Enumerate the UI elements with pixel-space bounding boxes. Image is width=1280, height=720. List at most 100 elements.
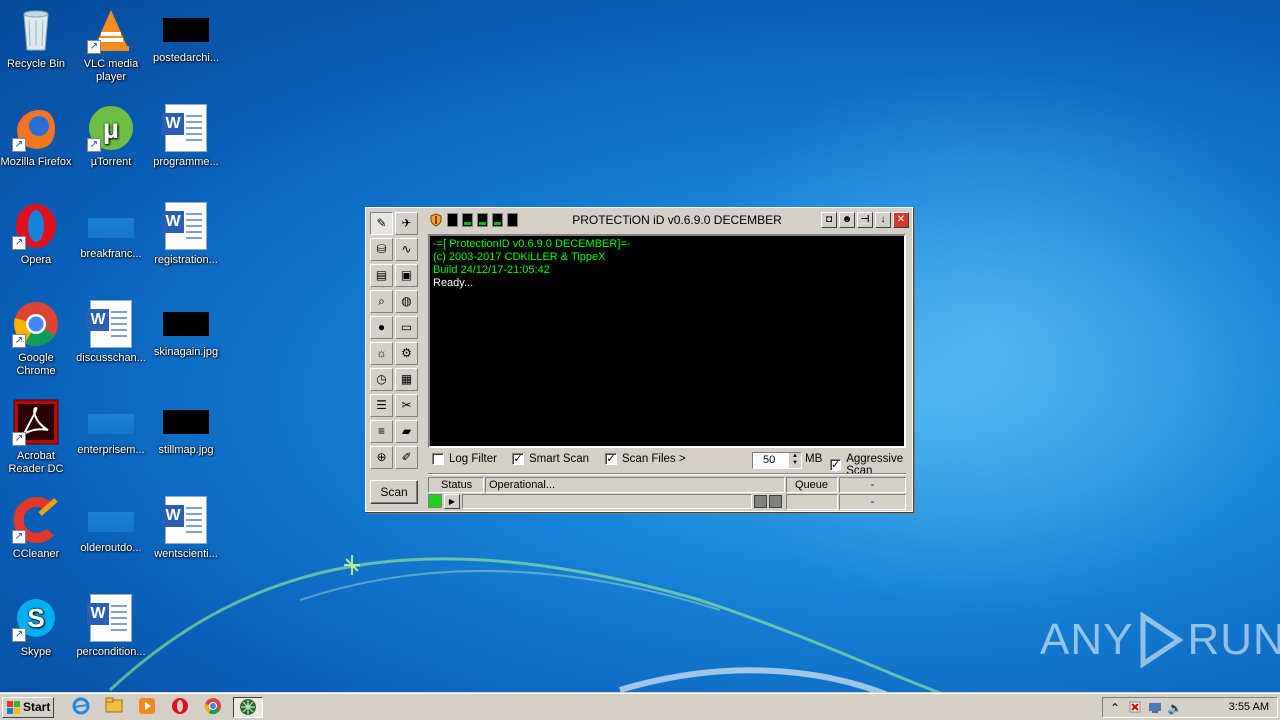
- desktop-icon-discusschan[interactable]: W discusschan...: [73, 300, 149, 365]
- sun-tool-button[interactable]: ☼: [370, 342, 393, 365]
- globe-tool-button[interactable]: ◍: [395, 290, 418, 313]
- grid-tool-button[interactable]: ▦: [395, 368, 418, 391]
- desktop-icon-utorrent[interactable]: µ ↗ µTorrent: [73, 104, 149, 169]
- paint-tool-button[interactable]: ✐: [395, 446, 418, 469]
- minimize-button[interactable]: ↓: [875, 212, 891, 228]
- opera-icon: ↗: [12, 202, 60, 250]
- desktop-icon-recycle-bin[interactable]: Recycle Bin: [0, 6, 74, 71]
- network-icon[interactable]: [1147, 700, 1163, 716]
- clock-tool-button[interactable]: ◷: [370, 368, 393, 391]
- desktop-icon-label: VLC media player: [83, 58, 139, 83]
- desktop-icon-breakfranc[interactable]: breakfranc...: [73, 202, 149, 261]
- svg-text:S: S: [27, 603, 44, 633]
- desktop-icon-skinagain[interactable]: skinagain.jpg: [148, 300, 224, 359]
- status-led-4: [492, 213, 503, 227]
- internet-explorer-icon[interactable]: [70, 697, 92, 718]
- volume-icon[interactable]: 🔈: [1167, 700, 1183, 716]
- desktop-icon-label: skinagain.jpg: [153, 346, 219, 358]
- play-logo-icon: [1140, 612, 1184, 668]
- monitor-tool-button[interactable]: ▭: [395, 316, 418, 339]
- tools-tool-button[interactable]: ✂: [395, 394, 418, 417]
- molecule-tool-button[interactable]: ●: [370, 316, 393, 339]
- acrobat-icon: ↗: [12, 398, 60, 446]
- close-button[interactable]: ✕: [893, 212, 909, 228]
- watermark-left: ANY: [1040, 615, 1134, 664]
- folders-tool-button[interactable]: ▤: [370, 264, 393, 287]
- start-button[interactable]: Start: [2, 697, 54, 718]
- checkbox-box: ✓: [512, 453, 524, 465]
- clock[interactable]: 3:55 AM: [1229, 701, 1269, 713]
- protectionid-taskbar-button[interactable]: [233, 697, 263, 718]
- disk-tool-button[interactable]: ⛁: [370, 238, 393, 261]
- chart-tool-button[interactable]: ∿: [395, 238, 418, 261]
- recycle-bin-icon: [12, 6, 60, 54]
- protectionid-window: ✎ ✈ ⛁ ∿ ▤ ▣ ⌕ ◍ ● ▭ ☼ ⚙ ◷ ▦ ☰ ✂ ≡ ▰ ⊕ ✐ …: [365, 207, 913, 512]
- network-tool-button[interactable]: ⊕: [370, 446, 393, 469]
- desktop-icon-vlc[interactable]: ↗ VLC media player: [73, 6, 149, 84]
- file-explorer-icon[interactable]: [103, 697, 125, 718]
- pause-button[interactable]: [754, 495, 767, 508]
- progress-row: ▶ -: [428, 494, 906, 510]
- desktop-icon-postedarchi[interactable]: postedarchi...: [148, 6, 224, 65]
- scan-button[interactable]: Scan: [370, 480, 418, 504]
- desktop-icon-ccleaner[interactable]: ↗ CCleaner: [0, 496, 74, 561]
- scan-files-checkbox[interactable]: ✓ Scan Files >: [605, 453, 686, 465]
- show-hidden-icons-icon[interactable]: ⌃: [1107, 700, 1123, 716]
- desktop-icon-opera[interactable]: ↗ Opera: [0, 202, 74, 267]
- watermark-right: RUN: [1187, 615, 1280, 664]
- media-player-icon[interactable]: [136, 697, 158, 718]
- status-led-5: [507, 213, 518, 227]
- desktop-icon-firefox[interactable]: ↗ Mozilla Firefox: [0, 104, 74, 169]
- desktop-icon-enterprisem[interactable]: enterprisem...: [73, 398, 149, 457]
- system-tray: ⌃ 🔈 3:55 AM: [1102, 697, 1278, 718]
- desktop-icon-programme[interactable]: W programme...: [148, 104, 224, 169]
- smart-scan-checkbox[interactable]: ✓ Smart Scan: [512, 453, 589, 465]
- shield-icon: [430, 213, 442, 227]
- log-console[interactable]: -=[ ProtectionID v0.6.9.0 DECEMBER]=- (c…: [428, 234, 906, 448]
- gear-tool-button[interactable]: ⚙: [395, 342, 418, 365]
- desktop-icon-label: breakfranc...: [80, 248, 142, 260]
- chrome-taskbar-icon[interactable]: [202, 697, 224, 718]
- opera-taskbar-icon[interactable]: [169, 697, 191, 718]
- settings-button[interactable]: ◘: [821, 212, 837, 228]
- divider: [428, 473, 906, 475]
- wizard-tool-button[interactable]: ✈: [395, 212, 418, 235]
- box-tool-button[interactable]: ▰: [395, 420, 418, 443]
- spinner-arrows-icon[interactable]: ▲ ▼: [789, 453, 801, 468]
- search-tool-button[interactable]: ⌕: [370, 290, 393, 313]
- desktop-icon-registration[interactable]: W registration...: [148, 202, 224, 267]
- console-line: (c) 2003-2017 CDKiLLER & TippeX: [433, 251, 606, 263]
- desktop-icon-label: programme...: [153, 156, 219, 168]
- title-bar[interactable]: PROTECTiON iD v0.6.9.0 DECEMBER ◘ ☻ ⊣ ↓ …: [427, 210, 909, 230]
- action-center-icon[interactable]: [1127, 700, 1143, 716]
- vlc-icon: ↗: [87, 6, 135, 54]
- desktop-icon-stillmap[interactable]: stillmap.jpg: [148, 398, 224, 457]
- desktop-icon-percondition[interactable]: W percondition...: [73, 594, 149, 659]
- desktop-icon-olderoutdo[interactable]: olderoutdo...: [73, 496, 149, 555]
- status-led-3: [477, 213, 488, 227]
- log-filter-checkbox[interactable]: Log Filter: [432, 453, 497, 465]
- checkbox-box: ✓: [605, 453, 617, 465]
- progress-bar: [462, 494, 752, 509]
- drive-tool-button[interactable]: ▣: [395, 264, 418, 287]
- pin-button[interactable]: ⊣: [857, 212, 873, 228]
- desktop-icon-wentscienti[interactable]: W wentscienti...: [148, 496, 224, 561]
- about-button[interactable]: ☻: [839, 212, 855, 228]
- checkbox-label: Smart Scan: [529, 453, 590, 465]
- blank-file-icon: [88, 512, 134, 532]
- memory-tool-button[interactable]: ≡: [370, 420, 393, 443]
- size-limit-spinner[interactable]: 50 ▲ ▼: [752, 452, 802, 469]
- desktop-icon-label: Recycle Bin: [6, 58, 66, 70]
- desktop-icon-chrome[interactable]: ↗ Google Chrome: [0, 300, 74, 378]
- console-line: -=[ ProtectionID v0.6.9.0 DECEMBER]=-: [433, 238, 631, 250]
- word-document-icon: W: [87, 594, 135, 642]
- scan-file-tool-button[interactable]: ✎: [370, 212, 393, 235]
- desktop-icon-acrobat[interactable]: ↗ Acrobat Reader DC: [0, 398, 74, 476]
- desktop-icon-label: Skype: [20, 646, 52, 658]
- document-tool-button[interactable]: ☰: [370, 394, 393, 417]
- image-file-icon: [163, 410, 209, 434]
- desktop-icon-skype[interactable]: S ↗ Skype: [0, 594, 74, 659]
- stop-button[interactable]: [769, 495, 782, 508]
- firefox-icon: ↗: [12, 104, 60, 152]
- expand-arrow-button[interactable]: ▶: [444, 494, 460, 509]
